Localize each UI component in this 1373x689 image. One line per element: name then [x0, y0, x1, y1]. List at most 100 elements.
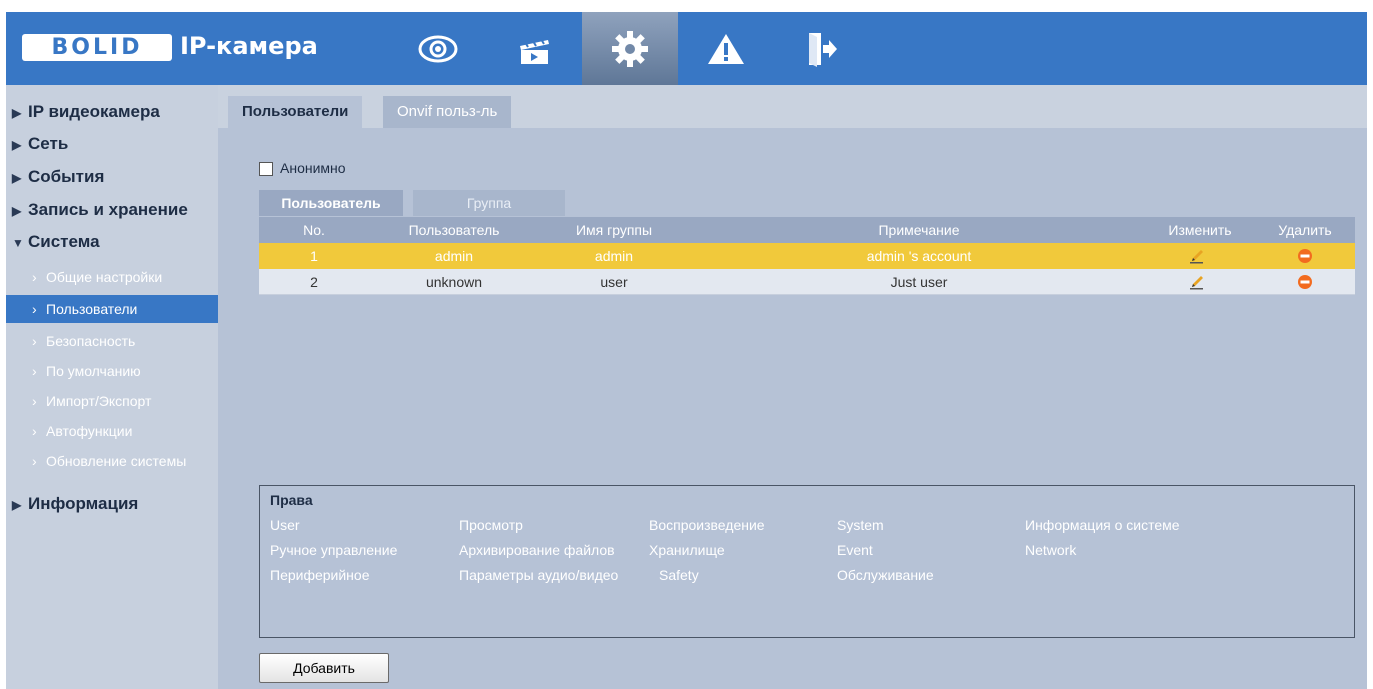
- delete-icon: [1298, 275, 1312, 289]
- delete-icon: [1298, 249, 1312, 263]
- chevron-right-icon: ›: [32, 393, 37, 409]
- expand-triangle-icon: ▶: [12, 106, 22, 120]
- expand-triangle-icon: ▶: [12, 204, 22, 218]
- cell-user: unknown: [425, 274, 483, 290]
- permission-item: Периферийное: [270, 567, 370, 583]
- logout-button[interactable]: [774, 12, 870, 85]
- expand-triangle-icon: ▶: [12, 138, 22, 152]
- user-table-header: No. Пользователь Имя группы Примечание И…: [259, 217, 1355, 243]
- permission-item: Просмотр: [459, 517, 523, 533]
- sidebar-item-system-update[interactable]: › Обновление системы: [6, 447, 218, 475]
- sidebar-item-label: События: [28, 167, 105, 186]
- column-header-edit: Изменить: [1168, 222, 1232, 238]
- sidebar-item-events[interactable]: ▶ События: [12, 167, 104, 187]
- cell-user: admin: [434, 248, 474, 264]
- sidebar-item-ip-camera[interactable]: ▶ IP видеокамера: [12, 102, 160, 122]
- tab-users[interactable]: Пользователи: [228, 96, 363, 128]
- rights-title: Права: [270, 492, 313, 508]
- column-header-group: Имя группы: [575, 222, 653, 238]
- sidebar-item-label: Информация: [28, 494, 139, 513]
- column-header-no: No.: [303, 222, 325, 238]
- permission-item: Обслуживание: [837, 567, 934, 583]
- chevron-right-icon: ›: [32, 333, 37, 349]
- sidebar-item-auto-functions[interactable]: › Автофункции: [6, 417, 218, 445]
- sidebar-item-label: Автофункции: [46, 423, 133, 439]
- pencil-icon: [1190, 250, 1203, 264]
- sidebar-item-label: Общие настройки: [46, 269, 163, 285]
- sidebar-item-network[interactable]: ▶ Сеть: [12, 134, 68, 154]
- gear-icon: [612, 30, 648, 67]
- permission-item: Network: [1025, 542, 1077, 558]
- delete-button[interactable]: [1290, 243, 1320, 269]
- permission-item: Параметры аудио/видео: [459, 567, 619, 583]
- table-row[interactable]: 1 admin admin admin 's account: [259, 243, 1355, 269]
- tab-user[interactable]: Пользователь: [259, 190, 403, 216]
- permission-item: Safety: [659, 567, 699, 583]
- sidebar-item-default[interactable]: › По умолчанию: [6, 357, 218, 385]
- cell-no: 1: [310, 248, 318, 264]
- sidebar-item-general[interactable]: › Общие настройки: [6, 263, 218, 291]
- expand-triangle-icon: ▶: [12, 171, 22, 185]
- collapse-triangle-icon: ▼: [12, 236, 24, 250]
- clapperboard-icon: [520, 37, 549, 64]
- chevron-right-icon: ›: [32, 423, 37, 439]
- chevron-right-icon: ›: [32, 269, 37, 285]
- permission-item: System: [837, 517, 884, 533]
- cell-group: user: [600, 274, 628, 290]
- sidebar-item-security[interactable]: › Безопасность: [6, 327, 218, 355]
- tab-onvif-users[interactable]: Onvif польз-ль: [383, 96, 512, 128]
- permission-item: Информация о системе: [1025, 517, 1180, 533]
- logout-icon: [809, 32, 837, 67]
- permission-item: User: [270, 517, 300, 533]
- column-header-user: Пользователь: [408, 222, 500, 238]
- sidebar-item-storage[interactable]: ▶ Запись и хранение: [12, 200, 188, 220]
- cell-no: 2: [310, 274, 318, 290]
- cell-note: admin 's account: [866, 248, 972, 264]
- eye-icon: [418, 35, 458, 62]
- sidebar-item-label: Обновление системы: [46, 453, 187, 469]
- sidebar-item-users[interactable]: › Пользователи: [6, 295, 218, 323]
- chevron-right-icon: ›: [32, 363, 37, 379]
- anonymous-label: Анонимно: [280, 160, 346, 176]
- sidebar-item-label: IP видеокамера: [28, 102, 160, 121]
- sidebar-item-label: Импорт/Экспорт: [46, 393, 152, 409]
- cell-group: admin: [594, 248, 634, 264]
- alarm-button[interactable]: [678, 12, 774, 85]
- edit-button[interactable]: [1182, 243, 1212, 269]
- sidebar-item-information[interactable]: ▶ Информация: [12, 494, 138, 514]
- table-row[interactable]: 2 unknown user Just user: [259, 269, 1355, 295]
- chevron-right-icon: ›: [32, 301, 37, 317]
- permission-item: Хранилище: [649, 542, 725, 558]
- permission-item: Ручное управление: [270, 542, 398, 558]
- tab-bar: Пользователи Onvif польз-ль: [218, 85, 1367, 128]
- rights-panel: Права User Ручное управление Периферийно…: [259, 485, 1355, 638]
- tab-group[interactable]: Группа: [413, 190, 565, 216]
- add-user-button[interactable]: Добавить: [259, 653, 389, 683]
- app-title: IP-камера: [180, 32, 318, 60]
- live-view-button[interactable]: [390, 12, 486, 85]
- sidebar-item-label: Безопасность: [46, 333, 136, 349]
- settings-button[interactable]: [582, 12, 678, 85]
- column-header-note: Примечание: [878, 222, 960, 238]
- chevron-right-icon: ›: [32, 453, 37, 469]
- permission-item: Event: [837, 542, 873, 558]
- anonymous-checkbox[interactable]: [259, 162, 273, 176]
- sidebar-item-label: Запись и хранение: [28, 200, 188, 219]
- cell-note: Just user: [890, 274, 948, 290]
- sidebar-item-import-export[interactable]: › Импорт/Экспорт: [6, 387, 218, 415]
- permission-item: Архивирование файлов: [459, 542, 615, 558]
- warning-icon: [708, 33, 744, 64]
- permission-item: Воспроизведение: [649, 517, 765, 533]
- app-window: BOLID IP-камера ▶ IP видеокамера ▶ Сеть …: [6, 12, 1367, 689]
- delete-button[interactable]: [1290, 269, 1320, 295]
- pencil-icon: [1190, 276, 1203, 290]
- sidebar-item-label: Пользователи: [46, 301, 138, 317]
- playback-button[interactable]: [486, 12, 582, 85]
- edit-button[interactable]: [1182, 269, 1212, 295]
- sidebar-item-system[interactable]: ▼ Система: [12, 232, 100, 252]
- top-bar: BOLID IP-камера: [6, 12, 1367, 85]
- expand-triangle-icon: ▶: [12, 498, 22, 512]
- sidebar-item-label: По умолчанию: [46, 363, 141, 379]
- bolid-logo: BOLID: [22, 34, 172, 61]
- sidebar-item-label: Система: [28, 232, 100, 251]
